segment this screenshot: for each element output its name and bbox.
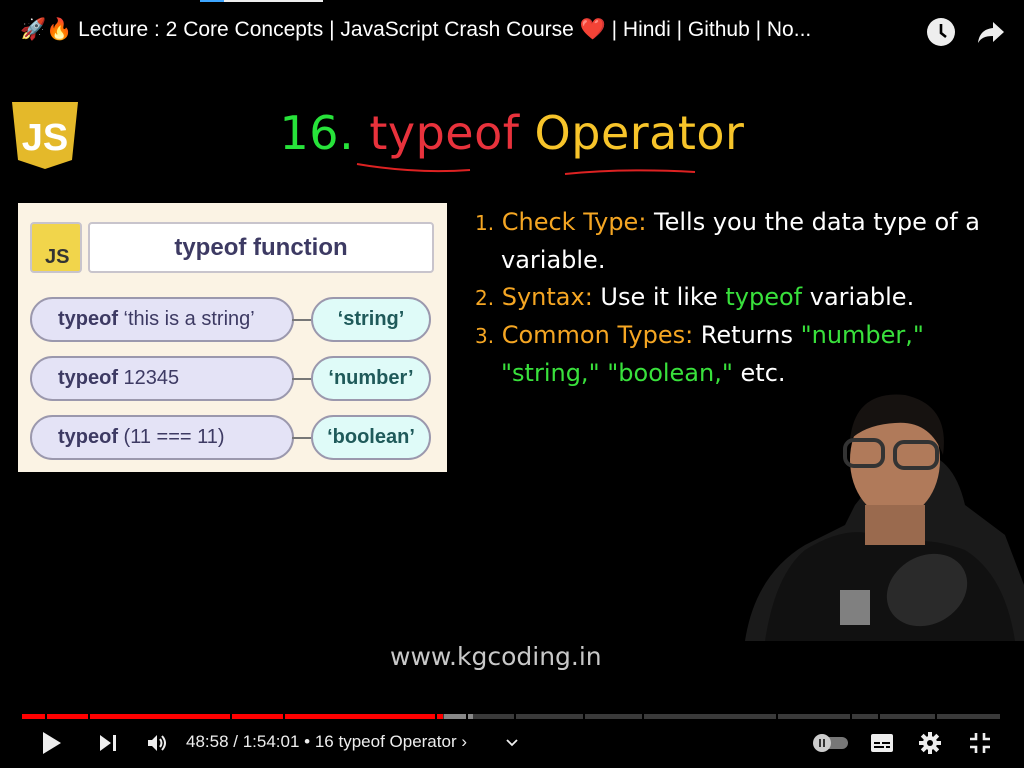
point-label: Syntax:: [501, 283, 593, 311]
expression-pill: typeof 12345: [30, 356, 294, 401]
point-text: Use it like: [592, 283, 726, 311]
website-watermark: www.kgcoding.in: [390, 642, 602, 671]
point-label: Check Type:: [501, 208, 647, 236]
point-3: 3. Common Types: Returns "number," "stri…: [475, 317, 1015, 392]
point-label: Common Types:: [501, 321, 694, 349]
chapter-chevron-icon[interactable]: ›: [461, 732, 467, 751]
point-text: etc.: [732, 359, 786, 387]
bullet-points: 1. Check Type: Tells you the data type o…: [475, 204, 1015, 392]
settings-button[interactable]: [918, 728, 942, 758]
played-fill: [47, 714, 88, 719]
card-header: typeof function: [88, 222, 434, 273]
loading-indicator: [200, 0, 323, 2]
buffered-fill: [444, 714, 466, 719]
subtitles-button[interactable]: [870, 728, 894, 758]
play-icon: [43, 732, 61, 754]
keyword: typeof: [58, 426, 118, 448]
chapter-segment[interactable]: [778, 714, 850, 719]
point-code: typeof: [725, 283, 803, 311]
keyword: typeof: [58, 367, 118, 389]
result-pill: ‘boolean’: [311, 415, 431, 460]
point-1: 1. Check Type: Tells you the data type o…: [475, 204, 1015, 279]
point-text: Returns: [693, 321, 801, 349]
expression: 12345: [118, 367, 180, 389]
buffered-fill: [468, 714, 474, 719]
chapter-segment[interactable]: [852, 714, 878, 719]
js-badge: JS: [30, 222, 82, 273]
exit-fullscreen-icon: [970, 733, 990, 753]
exit-fullscreen-button[interactable]: [968, 728, 992, 758]
title-number: 16.: [279, 106, 355, 160]
point-text: variable.: [802, 283, 915, 311]
expression: (11 === 11): [118, 426, 225, 448]
watch-later-icon[interactable]: [925, 16, 957, 48]
point-number: 3.: [475, 324, 495, 348]
chapter-segment[interactable]: [516, 714, 583, 719]
gear-icon: [919, 732, 941, 754]
keyword: typeof: [58, 308, 118, 330]
chapter-segment[interactable]: [880, 714, 935, 719]
chapter-segment[interactable]: [585, 714, 642, 719]
share-icon[interactable]: [975, 16, 1007, 48]
title-underline: [356, 163, 696, 175]
next-button[interactable]: [97, 728, 119, 758]
title-operator: Operator: [534, 106, 745, 160]
slide-title: 16. typeof Operator: [0, 106, 1024, 160]
result-pill: ‘string’: [311, 297, 431, 342]
autoplay-toggle[interactable]: [812, 728, 850, 758]
point-number: 1.: [475, 211, 495, 235]
time-display: 48:58 / 1:54:01: [186, 732, 300, 751]
subtitles-icon: [871, 734, 893, 752]
typeof-diagram-card: JS typeof function typeof ‘this is a str…: [18, 203, 447, 472]
volume-icon: [148, 735, 166, 751]
point-2: 2. Syntax: Use it like typeof variable.: [475, 279, 1015, 317]
played-fill: [285, 714, 435, 719]
chapter-segment[interactable]: [937, 714, 1000, 719]
chapter-title[interactable]: • 16 typeof Operator: [304, 732, 456, 751]
title-typeof: typeof: [369, 106, 520, 160]
expression-pill: typeof ‘this is a string’: [30, 297, 294, 342]
result-pill: ‘number’: [311, 356, 431, 401]
chapter-segment[interactable]: [468, 714, 514, 719]
chapters-dropdown[interactable]: [504, 728, 520, 758]
time-and-chapter: 48:58 / 1:54:01 • 16 typeof Operator ›: [186, 732, 467, 752]
played-fill: [90, 714, 230, 719]
played-fill: [232, 714, 283, 719]
progress-bar[interactable]: [22, 714, 1004, 719]
played-fill: [437, 714, 444, 719]
next-icon: [100, 735, 116, 751]
play-button[interactable]: [40, 728, 64, 758]
mute-button[interactable]: [145, 728, 169, 758]
point-number: 2.: [475, 286, 495, 310]
expression-pill: typeof (11 === 11): [30, 415, 294, 460]
video-title[interactable]: 🚀🔥 Lecture : 2 Core Concepts | JavaScrip…: [20, 18, 920, 42]
chevron-down-icon: [506, 739, 518, 747]
chapter-segment[interactable]: [644, 714, 776, 719]
presenter-webcam: [745, 394, 1024, 641]
expression: ‘this is a string’: [118, 308, 255, 330]
played-fill: [22, 714, 45, 719]
